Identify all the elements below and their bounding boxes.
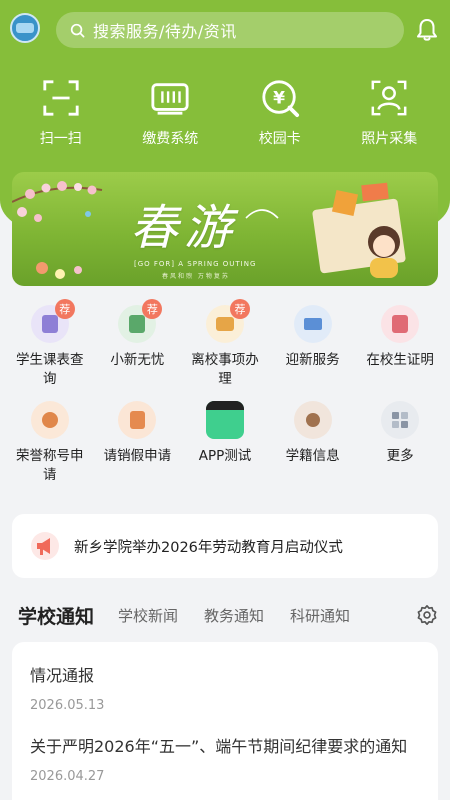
service-label: 请销假申请 [103, 448, 172, 464]
service-assistant[interactable]: 荐 小新无忧 [94, 299, 180, 401]
news-date: 2026.05.13 [30, 698, 105, 713]
scan-icon [43, 80, 79, 116]
announcement-text: 新乡学院举办2026年劳动教育月启动仪式 [74, 539, 343, 556]
tab-academic-notices[interactable]: 教务通知 [204, 605, 264, 626]
service-label: 荣誉称号申请 [16, 448, 84, 483]
news-date: 2026.04.27 [30, 769, 105, 784]
timetable-icon: 荐 [30, 299, 75, 343]
list-item[interactable]: 关于严明2026年“五一”、端午节期间纪律要求的通知 2026.04.27 [30, 733, 420, 784]
megaphone-icon [31, 532, 59, 560]
service-label: 学籍信息 [285, 448, 340, 464]
banner-subtitle: [GO FOR] A SPRING OUTING [134, 260, 257, 268]
banner-subtitle-secondary: 春风和煦 万物复苏 [162, 273, 230, 280]
banner-title: 春游 [130, 200, 239, 256]
service-label: 迎新服务 [285, 352, 340, 368]
svg-text:¥: ¥ [273, 89, 285, 109]
announcement-bar[interactable]: 新乡学院举办2026年劳动教育月启动仪式 [12, 514, 438, 578]
service-certificate[interactable]: 在校生证明 [357, 305, 443, 401]
leave-school-icon: 荐 [205, 299, 250, 343]
quick-label: 校园卡 [258, 131, 301, 147]
quick-actions: 扫一扫 缴费系统 ¥ 校园卡 照片采集 [0, 78, 450, 148]
service-label: APP测试 [198, 448, 252, 464]
tab-school-notices[interactable]: 学校通知 [18, 602, 94, 629]
banner[interactable]: 春游 [GO FOR] A SPRING OUTING 春风和煦 万物复苏 [12, 172, 438, 286]
clapperboard-icon [205, 401, 244, 439]
welcome-icon [293, 305, 332, 343]
search-bar[interactable]: 搜索服务/待办/资讯 [56, 12, 404, 48]
news-tabs: 学校通知 学校新闻 教务通知 科研通知 [18, 600, 440, 630]
service-app-test[interactable]: APP测试 [182, 401, 268, 497]
service-more[interactable]: 更多 [357, 401, 443, 497]
service-label: 学生课表查询 [16, 352, 84, 387]
service-honor[interactable]: 荣誉称号申请 [7, 401, 93, 497]
quick-label: 缴费系统 [142, 131, 199, 147]
student-info-icon [293, 401, 332, 439]
quick-label: 扫一扫 [39, 131, 82, 147]
service-timetable[interactable]: 荐 学生课表查询 [7, 299, 93, 401]
certificate-icon [381, 305, 420, 343]
service-label: 离校事项办理 [191, 352, 259, 387]
payment-icon [151, 83, 189, 115]
service-grid: 荐 学生课表查询 荐 小新无忧 荐 离校事项办理 迎新服务 在校生证明 荣誉称号… [0, 299, 450, 497]
search-placeholder: 搜索服务/待办/资讯 [93, 22, 237, 41]
assistant-icon: 荐 [118, 299, 163, 343]
photo-capture-icon [371, 80, 407, 116]
top-bar: 搜索服务/待办/资讯 [0, 0, 450, 62]
quick-label: 照片采集 [361, 131, 418, 147]
tab-research-notices[interactable]: 科研通知 [290, 605, 350, 626]
campus-card-icon: ¥ [262, 80, 299, 118]
school-logo[interactable] [10, 13, 40, 43]
service-leave-request[interactable]: 请销假申请 [94, 401, 180, 497]
leave-request-icon [118, 401, 157, 439]
tab-school-news[interactable]: 学校新闻 [118, 605, 178, 626]
service-label: 在校生证明 [366, 352, 434, 368]
service-label: 小新无忧 [110, 352, 165, 368]
recommend-badge: 荐 [142, 299, 163, 319]
recommend-badge: 荐 [229, 299, 250, 319]
quick-campus-card[interactable]: ¥ 校园卡 [230, 78, 330, 148]
quick-photo-capture[interactable]: 照片采集 [339, 78, 439, 148]
list-item[interactable]: 情况通报 2026.05.13 [30, 662, 420, 713]
service-student-info[interactable]: 学籍信息 [270, 401, 356, 497]
search-icon [70, 23, 85, 37]
recommend-badge: 荐 [54, 299, 75, 319]
quick-payment[interactable]: 缴费系统 [120, 78, 220, 148]
news-title: 情况通报 [30, 666, 95, 685]
service-welcome[interactable]: 迎新服务 [270, 305, 356, 401]
bell-icon[interactable] [416, 18, 438, 42]
news-list: 情况通报 2026.05.13 关于严明2026年“五一”、端午节期间纪律要求的… [12, 642, 438, 800]
service-leave-school[interactable]: 荐 离校事项办理 [182, 299, 268, 401]
more-icon [381, 401, 420, 439]
quick-scan[interactable]: 扫一扫 [11, 78, 111, 148]
service-label: 更多 [386, 448, 414, 464]
news-title: 关于严明2026年“五一”、端午节期间纪律要求的通知 [30, 737, 408, 756]
gear-icon[interactable] [416, 604, 438, 626]
honor-icon [30, 401, 69, 439]
